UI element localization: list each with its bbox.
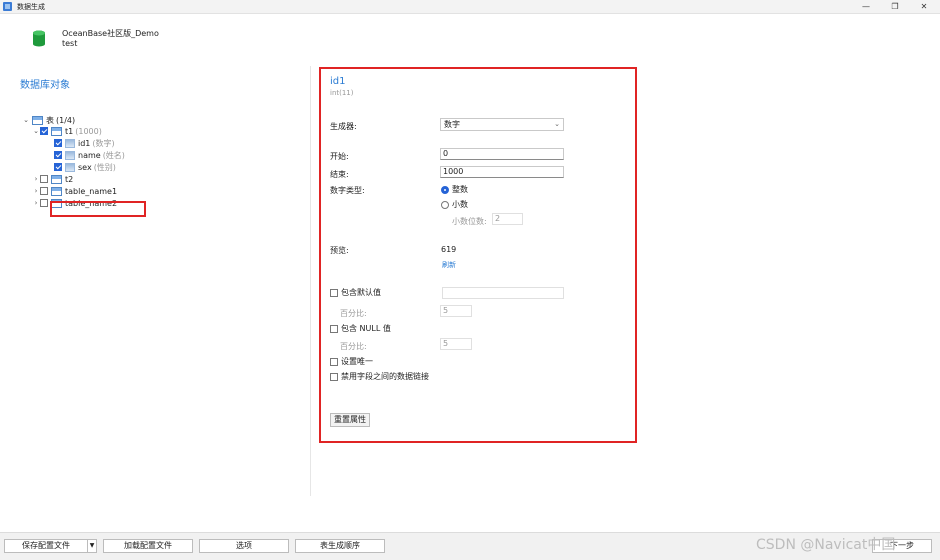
checkbox[interactable] [40, 199, 48, 207]
tree-label: name [78, 150, 101, 160]
tree-label: sex [78, 162, 92, 172]
tree-count: (1/4) [56, 115, 76, 125]
checkbox[interactable] [40, 187, 48, 195]
checkbox[interactable] [54, 139, 62, 147]
tree-label: t2 [65, 174, 74, 184]
tree-item-name[interactable]: name (姓名) [54, 149, 125, 161]
chevron-down-icon[interactable]: ⌄ [22, 116, 30, 124]
connection-name: OceanBase社区版_Demo [62, 29, 159, 38]
tree-item-t2[interactable]: › t2 [32, 173, 73, 185]
database-icon [33, 30, 45, 47]
chevron-down-icon[interactable]: ⌄ [32, 127, 40, 135]
chevron-right-icon[interactable]: › [32, 175, 40, 183]
tree-item-id1[interactable]: id1 (数字) [54, 137, 115, 149]
connection-header: OceanBase社区版_Demo test [0, 14, 940, 66]
tree-hint: (性别) [93, 162, 116, 172]
generation-order-button[interactable]: 表生成顺序 [295, 539, 385, 553]
tree-label: id1 [78, 138, 91, 148]
tree-item-t1[interactable]: ⌄ t1 (1000) [32, 125, 102, 137]
table-icon [51, 174, 62, 184]
field-icon [65, 162, 75, 172]
checkbox[interactable] [40, 127, 48, 135]
tree-label: 表 [46, 115, 54, 125]
title-bar: 数据生成 — ❐ ✕ [0, 0, 940, 14]
highlight-box-id1 [50, 201, 146, 217]
tree-hint: (数字) [92, 138, 115, 148]
options-button[interactable]: 选项 [199, 539, 289, 553]
checkbox[interactable] [54, 151, 62, 159]
tree-item-table-name1[interactable]: › table_name1 [32, 185, 117, 197]
checkbox[interactable] [40, 175, 48, 183]
chevron-right-icon[interactable]: › [32, 199, 40, 207]
tree-item-sex[interactable]: sex (性别) [54, 161, 116, 173]
load-config-button[interactable]: 加载配置文件 [103, 539, 193, 553]
save-config-button[interactable]: 保存配置文件 [4, 539, 88, 553]
tree-hint: (1000) [75, 126, 102, 136]
chevron-right-icon[interactable]: › [32, 187, 40, 195]
table-icon [51, 126, 62, 136]
app-icon [3, 2, 12, 11]
minimize-button[interactable]: — [852, 0, 880, 14]
watermark: CSDN @Navicat中国 [756, 537, 896, 553]
tree-hint: (姓名) [102, 150, 125, 160]
object-tree-pane: 数据库对象 ⌄ 表 (1/4) ⌄ t1 (1000) id1 (数字) nam… [0, 66, 311, 496]
close-button[interactable]: ✕ [910, 0, 938, 14]
table-icon [51, 186, 62, 196]
window-title: 数据生成 [17, 2, 45, 11]
field-icon [65, 150, 75, 160]
tree-label: table_name1 [65, 186, 118, 196]
database-name: test [62, 39, 78, 48]
tree-label: t1 [65, 126, 74, 136]
save-config-dropdown[interactable]: ▼ [87, 539, 97, 553]
object-tree-title: 数据库对象 [20, 80, 70, 91]
field-icon [65, 138, 75, 148]
maximize-button[interactable]: ❐ [881, 0, 909, 14]
highlight-box-detail [319, 67, 637, 443]
checkbox[interactable] [54, 163, 62, 171]
table-icon [32, 115, 43, 125]
